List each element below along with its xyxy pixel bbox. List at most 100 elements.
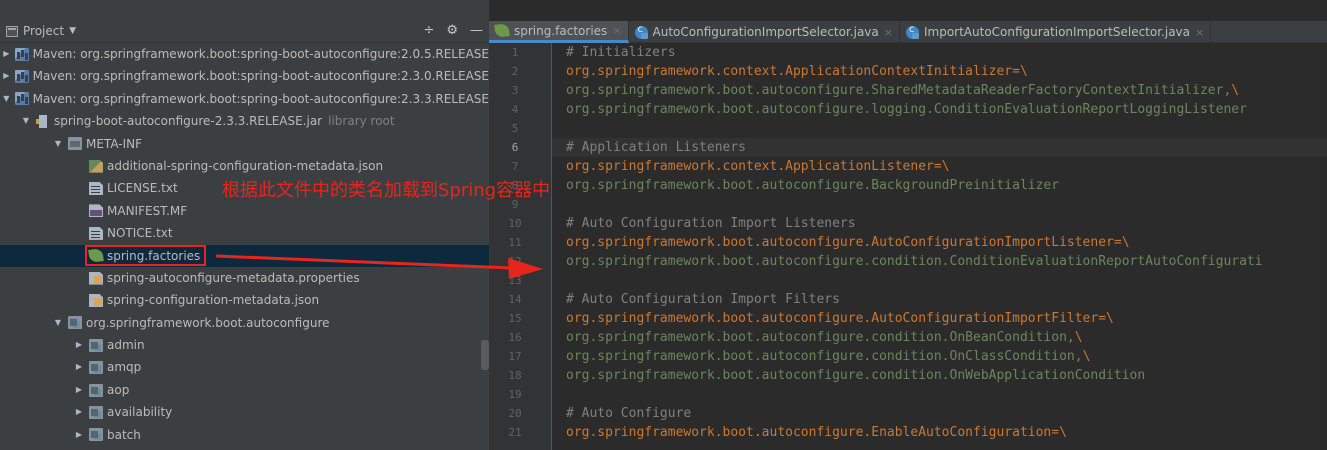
tree-item[interactable]: ▶ aop	[0, 379, 489, 401]
tree-item-label: amqp	[107, 360, 142, 375]
package-icon	[89, 428, 103, 442]
code-line: org.springframework.boot.autoconfigure.S…	[552, 81, 1327, 100]
tree-item[interactable]: ▶ admin	[0, 334, 489, 356]
project-view-selector[interactable]: Project ▼	[6, 24, 76, 38]
code-line: org.springframework.boot.autoconfigure.c…	[552, 252, 1327, 271]
code-line: org.springframework.boot.autoconfigure.A…	[552, 233, 1327, 252]
line-number: 19	[508, 388, 522, 401]
jar-icon	[36, 114, 47, 128]
tree-item-label: org.springframework.boot.autoconfigure	[86, 315, 330, 330]
line-number: 5	[511, 122, 519, 135]
tree-item-label: additional-spring-configuration-metadata…	[107, 158, 384, 173]
tree-item-label: Maven: org.springframework.boot:spring-b…	[32, 91, 489, 106]
tree-item-label: admin	[107, 338, 145, 353]
tree-item-label: META-INF	[86, 136, 143, 151]
property-value: org.springframework.boot.autoconfigure.c…	[566, 330, 1075, 345]
line-continuation: =\	[1051, 425, 1067, 440]
code-line: # Auto Configure	[552, 404, 1327, 423]
spring-icon	[88, 248, 104, 264]
project-tree-scrollbar[interactable]	[481, 340, 489, 370]
line-number: 6	[511, 141, 519, 154]
line-number: 3	[511, 84, 519, 97]
hide-panel-icon[interactable]: —	[470, 23, 483, 38]
tree-item[interactable]: ▶ Maven: org.springframework.boot:spring-…	[0, 65, 489, 87]
gear-icon[interactable]: ⚙	[446, 23, 458, 38]
text-file-icon	[89, 226, 103, 240]
close-icon[interactable]: ×	[1195, 26, 1204, 39]
tree-item[interactable]: ▶ availability	[0, 401, 489, 423]
highlight-box: spring.factories	[85, 245, 207, 267]
code-line: org.springframework.context.ApplicationL…	[552, 157, 1327, 176]
tree-item-label: spring-autoconfigure-metadata.properties	[107, 270, 360, 285]
tree-item[interactable]: MANIFEST.MF	[0, 200, 489, 222]
collapsed-arrow-icon[interactable]: ▶	[73, 424, 85, 446]
expanded-arrow-icon[interactable]: ▼	[52, 133, 64, 155]
collapsed-arrow-icon[interactable]: ▶	[2, 43, 11, 65]
maven-library-icon	[14, 70, 29, 84]
line-continuation: =\	[1012, 64, 1028, 79]
editor-tab[interactable]: AutoConfigurationImportSelector.java ×	[629, 21, 900, 43]
json-icon	[89, 159, 103, 173]
line-number: 2	[511, 65, 519, 78]
tree-item[interactable]: ▼ META-INF	[0, 133, 489, 155]
line-number: 20	[508, 407, 522, 420]
code-line: org.springframework.boot.autoconfigure.l…	[552, 100, 1327, 119]
line-number: 10	[508, 217, 522, 230]
line-number: 1	[511, 46, 519, 59]
line-number: 4	[511, 103, 519, 116]
code-line: org.springframework.boot.autoconfigure.c…	[552, 366, 1327, 385]
collapsed-arrow-icon[interactable]: ▶	[73, 356, 85, 378]
tree-item[interactable]: additional-spring-configuration-metadata…	[0, 155, 489, 177]
property-value: org.springframework.boot.autoconfigure.c…	[566, 254, 1263, 269]
property-key: org.springframework.boot.autoconfigure.E…	[566, 425, 1052, 440]
tree-item[interactable]: ▶ Maven: org.springframework.boot:spring-…	[0, 43, 489, 65]
collapse-all-icon[interactable]: ÷	[423, 23, 434, 38]
package-icon	[89, 405, 103, 419]
tree-item[interactable]: ▼ spring-boot-autoconfigure-2.3.3.RELEASE…	[0, 110, 489, 132]
line-number: 13	[508, 274, 522, 287]
tree-item-label: Maven: org.springframework.boot:spring-b…	[32, 69, 489, 84]
tree-item[interactable]: ▶ batch	[0, 424, 489, 446]
collapsed-arrow-icon[interactable]: ▶	[73, 334, 85, 356]
expanded-arrow-icon[interactable]: ▼	[20, 110, 32, 132]
expanded-arrow-icon[interactable]: ▼	[52, 312, 64, 334]
line-number: 17	[508, 350, 522, 363]
editor-tab-label: ImportAutoConfigurationImportSelector.ja…	[923, 25, 1191, 39]
editor-tab[interactable]: spring.factories ×	[489, 21, 629, 43]
tree-item[interactable]: ▶ amqp	[0, 356, 489, 378]
collapsed-arrow-icon[interactable]: ▶	[73, 401, 85, 423]
property-value: org.springframework.boot.autoconfigure.S…	[566, 83, 1232, 98]
tree-item[interactable]: spring-configuration-metadata.json	[0, 289, 489, 311]
tree-item[interactable]: ▼ org.springframework.boot.autoconfigure	[0, 312, 489, 334]
collapsed-arrow-icon[interactable]: ▶	[73, 379, 85, 401]
tree-item-label: Maven: org.springframework.boot:spring-b…	[32, 47, 489, 61]
tree-item[interactable]: NOTICE.txt	[0, 222, 489, 244]
code-line: org.springframework.boot.autoconfigure.c…	[552, 347, 1327, 366]
project-panel: Project ▼ ÷ ⚙ — ▶ Maven: org.springframew…	[0, 0, 489, 450]
editor-tab[interactable]: ImportAutoConfigurationImportSelector.ja…	[900, 21, 1212, 43]
tree-item-label: spring-boot-autoconfigure-2.3.3.RELEASE.…	[54, 114, 323, 129]
tree-item-label: NOTICE.txt	[107, 226, 173, 241]
code-line: # Auto Configuration Import Filters	[552, 290, 1327, 309]
close-icon[interactable]: ×	[884, 26, 893, 39]
collapsed-arrow-icon[interactable]: ▶	[2, 65, 11, 87]
dropdown-arrow-icon: ▼	[69, 26, 76, 36]
code-content[interactable]: # Initializers org.springframework.contex…	[552, 43, 1327, 442]
code-line: org.springframework.boot.autoconfigure.B…	[552, 176, 1327, 195]
project-panel-header: Project ▼ ÷ ⚙ —	[0, 21, 489, 43]
tree-item[interactable]: spring-autoconfigure-metadata.properties	[0, 267, 489, 289]
line-number: 7	[511, 160, 519, 173]
line-number: 16	[508, 331, 522, 344]
tree-item[interactable]: spring.factories	[0, 244, 489, 267]
tree-item-label: spring-configuration-metadata.json	[107, 293, 320, 308]
package-icon	[89, 383, 103, 397]
line-continuation: \	[1074, 330, 1083, 345]
tree-item-label: spring.factories	[107, 248, 201, 263]
line-number: 18	[508, 369, 522, 382]
code-line: # Initializers	[552, 43, 1327, 62]
expanded-arrow-icon[interactable]: ▼	[2, 88, 11, 110]
close-icon[interactable]: ×	[612, 24, 621, 37]
tree-item[interactable]: ▼ Maven: org.springframework.boot:spring-…	[0, 88, 489, 110]
editor-area: spring.factories×AutoConfigurationImport…	[489, 0, 1327, 450]
